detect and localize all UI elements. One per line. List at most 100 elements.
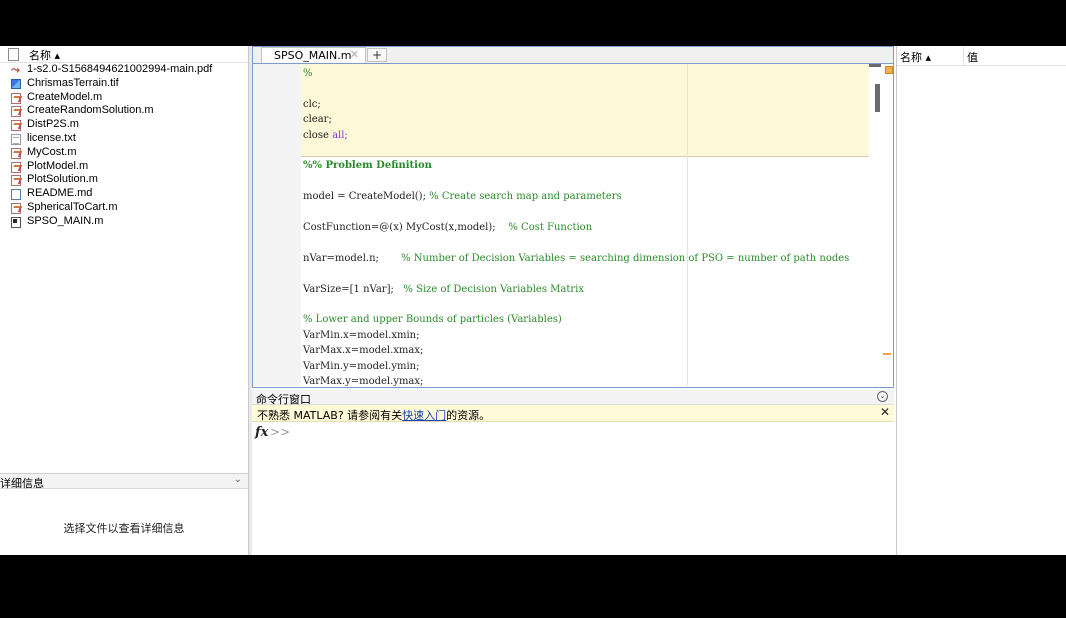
document-icon [8,48,19,61]
file-name: PlotSolution.m [27,173,98,186]
file-item[interactable]: CreateRandomSolution.m [0,104,248,118]
workspace-panel: 名称 ▴ 值 [896,46,1066,555]
file-item[interactable]: MyCost.m [0,146,248,160]
name-column-header[interactable]: 名称 ▴ [900,49,931,65]
file-item[interactable]: ⤳ 1-s2.0-S1568494621002994-main.pdf [0,63,248,77]
file-name: ChrismasTerrain.tif [27,76,119,89]
file-name: DistP2S.m [27,118,79,131]
quick-start-link[interactable]: 快速入门 [402,409,446,422]
image-file-icon [11,78,21,89]
code-line[interactable]: 8—close all; [301,128,869,143]
editor-scrollbar[interactable] [869,64,893,386]
file-name: 1-s2.0-S1568494621002994-main.pdf [27,63,213,75]
name-column-header[interactable]: 名称 ▴ [29,47,60,63]
editor-panel: SPSO_MAIN.m ✕ + 4%56—clc;7—clear;8—close… [252,46,894,388]
file-item[interactable]: DistP2S.m [0,118,248,132]
file-name: CreateRandomSolution.m [27,104,154,117]
code-text: %% Problem Definition [303,160,432,172]
value-column-header[interactable]: 值 [967,49,978,65]
current-folder-panel: 名称 ▴ ⤳ 1-s2.0-S1568494621002994-main.pdf C… [0,46,249,555]
chevron-down-icon[interactable]: ⌄ [877,391,888,402]
close-icon[interactable]: ✕ [880,405,890,419]
code-line[interactable]: 23—VarMin.y=model.ymin; [301,359,869,374]
file-name: CreateModel.m [27,90,103,103]
m-file-icon [11,92,21,104]
file-name: MyCost.m [27,145,77,158]
code-line[interactable]: 10%% Problem Definition [301,158,869,173]
m-file-icon [11,147,21,159]
code-line[interactable]: 4% [301,66,869,81]
code-text: clc; [303,98,321,110]
m-file-icon [11,161,21,173]
pdf-icon: ⤳ [11,64,20,76]
chevron-down-icon[interactable]: ⌄ [234,474,242,485]
tab-label: SPSO_MAIN.m [274,49,352,62]
code-text: nVar=model.n; % Number of Decision Varia… [303,252,850,264]
file-name: SphericalToCart.m [27,200,118,213]
scroll-thumb[interactable] [875,84,880,112]
file-item[interactable]: license.txt [0,132,248,146]
new-tab-button[interactable]: + [367,48,387,62]
code-line[interactable]: 14—CostFunction=@(x) MyCost(x,model); % … [301,220,869,235]
code-line[interactable]: 12—model = CreateModel(); % Create searc… [301,189,869,204]
file-item[interactable]: PlotSolution.m [0,173,248,187]
code-line[interactable]: 19 [301,297,869,312]
command-input-area[interactable]: fx >> [252,422,894,555]
tab-spso-main[interactable]: SPSO_MAIN.m ✕ [261,47,366,63]
scroll-marker [869,64,881,67]
code-text: CostFunction=@(x) MyCost(x,model); % Cos… [303,222,593,233]
code-text: % Lower and upper Bounds of particles (V… [303,314,562,326]
code-line[interactable]: 17 [301,266,869,281]
details-header[interactable]: 详细信息 ⌄ [0,473,248,490]
code-line[interactable]: 7—clear; [301,112,869,127]
m-file-icon [11,175,21,187]
code-line[interactable]: 24—VarMax.y=model.ymax; [301,374,869,386]
file-item[interactable]: CreateModel.m [0,91,248,105]
code-line[interactable]: 11 [301,174,869,189]
command-prompt: >> [270,425,291,439]
file-name: SPSO_MAIN.m [27,214,104,227]
md-file-icon [11,189,21,201]
code-text: VarMax.x=model.xmax; [303,345,424,357]
file-list-header[interactable]: 名称 ▴ [0,46,248,63]
file-item[interactable]: SphericalToCart.m [0,201,248,215]
workspace-header: 名称 ▴ 值 [897,46,1066,66]
code-line[interactable]: 20% Lower and upper Bounds of particles … [301,312,869,327]
code-area[interactable]: 4%56—clc;7—clear;8—close all;910%% Probl… [301,64,869,386]
code-text: VarMin.x=model.xmin; [303,329,420,341]
code-text: close all; [303,129,348,141]
file-item[interactable]: ChrismasTerrain.tif [0,77,248,91]
file-item[interactable]: SPSO_MAIN.m [0,215,248,229]
code-line[interactable]: 6—clc; [301,97,869,112]
code-line[interactable]: 21—VarMin.x=model.xmin; [301,328,869,343]
warning-marker[interactable] [883,353,891,355]
code-text: % [303,68,313,79]
details-message: 选择文件以查看详细信息 [63,522,185,535]
code-text: VarSize=[1 nVar]; % Size of Decision Var… [303,283,584,295]
code-text: clear; [303,114,332,126]
function-browser-icon[interactable]: fx [255,425,268,440]
code-line[interactable]: 5 [301,81,869,96]
line-number-gutter [253,64,301,386]
file-item[interactable]: PlotModel.m [0,160,248,174]
file-item[interactable]: README.md [0,187,248,201]
code-line[interactable]: 16—nVar=model.n; % Number of Decision Va… [301,251,869,266]
close-icon[interactable]: ✕ [350,48,359,61]
warning-indicator-icon[interactable] [885,66,893,74]
file-name: PlotModel.m [27,159,89,172]
file-name: README.md [27,187,93,200]
column-divider[interactable] [963,46,964,65]
text-file-icon [11,133,21,145]
code-line[interactable]: 18—VarSize=[1 nVar]; % Size of Decision … [301,282,869,297]
details-label: 详细信息 [0,477,44,490]
code-line[interactable]: 22—VarMax.x=model.xmax; [301,343,869,358]
matlab-window: 名称 ▴ ⤳ 1-s2.0-S1568494621002994-main.pdf C… [0,46,1066,555]
code-line[interactable]: 9 [301,143,869,158]
script-file-icon [11,216,21,228]
code-line[interactable]: 13 [301,205,869,220]
file-name: license.txt [27,131,76,144]
code-text: model = CreateModel(); % Create search m… [303,191,622,203]
code-line[interactable]: 15 [301,235,869,250]
editor-tabbar: SPSO_MAIN.m ✕ + [253,47,893,64]
code-text: VarMin.y=model.ymin; [303,360,420,372]
